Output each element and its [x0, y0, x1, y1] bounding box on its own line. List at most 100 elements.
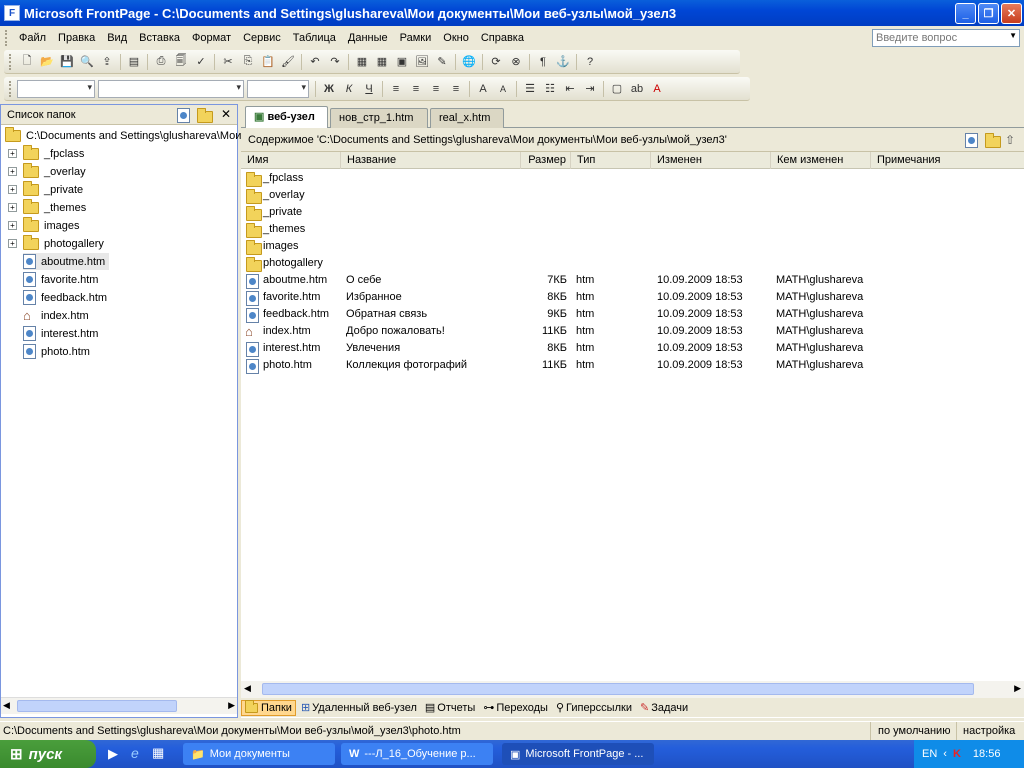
scroll-thumb[interactable]: [17, 700, 177, 712]
list-item[interactable]: images: [241, 239, 1024, 256]
table-row[interactable]: favorite.htm Избранное 8КБ htm 10.09.200…: [241, 290, 1024, 307]
layer-icon[interactable]: ▣: [393, 53, 411, 71]
borders-icon[interactable]: ▢: [608, 80, 626, 98]
close-icon[interactable]: ✕: [221, 107, 231, 121]
new-page-icon[interactable]: 🗋: [18, 53, 36, 71]
toolbar-grip[interactable]: [9, 80, 13, 97]
tree-root[interactable]: C:\Documents and Settings\glushareva\Мои…: [5, 126, 254, 144]
list-item[interactable]: _private: [241, 205, 1024, 222]
tab-web-site[interactable]: ▣ веб-узел: [245, 106, 328, 129]
numbering-icon[interactable]: ☰: [521, 80, 539, 98]
col-modified-by[interactable]: Кем изменен: [771, 152, 871, 169]
list-item[interactable]: photogallery: [241, 256, 1024, 273]
menu-help[interactable]: Справка: [475, 30, 530, 46]
tree-file-favorite[interactable]: favorite.htm: [23, 271, 98, 288]
antivirus-icon[interactable]: K: [953, 748, 961, 760]
align-right-icon[interactable]: ≡: [427, 80, 445, 98]
up-folder-icon[interactable]: ⇧: [1005, 133, 1015, 147]
bullets-icon[interactable]: ☷: [541, 80, 559, 98]
col-name[interactable]: Имя: [241, 152, 341, 169]
help-icon[interactable]: ?: [581, 53, 599, 71]
drawing-icon[interactable]: ✎: [433, 53, 451, 71]
view-hyperlinks-button[interactable]: ⚲ Гиперссылки: [553, 700, 635, 715]
new-page-icon[interactable]: [177, 108, 190, 123]
increase-font-icon[interactable]: A: [474, 80, 492, 98]
paste-icon[interactable]: 📋: [259, 53, 277, 71]
justify-icon[interactable]: ≡: [447, 80, 465, 98]
col-modified[interactable]: Изменен: [651, 152, 771, 169]
expand-icon[interactable]: +: [8, 203, 17, 212]
search-icon[interactable]: 🔍: [78, 53, 96, 71]
stop-icon[interactable]: ⊗: [507, 53, 525, 71]
col-size[interactable]: Размер: [521, 152, 571, 169]
bold-icon[interactable]: Ж: [320, 80, 338, 98]
scroll-left-icon[interactable]: ◀: [244, 683, 251, 694]
task-word-document[interactable]: W ---Л_16_Обучение р...: [341, 743, 493, 765]
tree-folder-overlay[interactable]: + _overlay: [8, 162, 86, 180]
save-icon[interactable]: 💾: [58, 53, 76, 71]
menu-tools[interactable]: Сервис: [237, 30, 287, 46]
format-painter-icon[interactable]: 🖌: [279, 53, 297, 71]
tree-file-aboutme[interactable]: aboutme.htm: [23, 253, 110, 270]
view-remote-site-button[interactable]: ⊞ Удаленный веб-узел: [298, 700, 420, 715]
table-row[interactable]: interest.htm Увлечения 8КБ htm 10.09.200…: [241, 341, 1024, 358]
menu-frames[interactable]: Рамки: [394, 30, 438, 46]
menu-window[interactable]: Окно: [437, 30, 475, 46]
scroll-thumb[interactable]: [262, 683, 974, 695]
font-color-icon[interactable]: A: [648, 80, 666, 98]
tree-file-interest[interactable]: interest.htm: [23, 325, 98, 342]
tree-folder-themes[interactable]: + _themes: [8, 198, 86, 216]
desktop-icon[interactable]: ▦: [152, 745, 164, 761]
publish-icon[interactable]: ⇪: [98, 53, 116, 71]
anchor-icon[interactable]: ⚓: [554, 53, 572, 71]
menu-edit[interactable]: Правка: [52, 30, 101, 46]
align-left-icon[interactable]: ≡: [387, 80, 405, 98]
expand-icon[interactable]: +: [8, 221, 17, 230]
col-type[interactable]: Тип: [571, 152, 651, 169]
tab-new-page[interactable]: нов_стр_1.htm: [330, 108, 428, 128]
chevron-down-icon[interactable]: ▼: [1009, 31, 1017, 40]
expand-icon[interactable]: +: [8, 167, 17, 176]
expand-icon[interactable]: +: [8, 239, 17, 248]
table-row[interactable]: photo.htm Коллекция фотографий 11КБ htm …: [241, 358, 1024, 375]
view-reports-button[interactable]: ▤ Отчеты: [422, 700, 478, 715]
decrease-indent-icon[interactable]: ⇤: [561, 80, 579, 98]
paragraph-icon[interactable]: ¶: [534, 53, 552, 71]
tree-folder-fpclass[interactable]: + _fpclass: [8, 144, 84, 162]
tree-file-feedback[interactable]: feedback.htm: [23, 289, 107, 306]
menu-insert[interactable]: Вставка: [133, 30, 186, 46]
undo-icon[interactable]: ↶: [306, 53, 324, 71]
task-frontpage[interactable]: ▣ Microsoft FrontPage - ...: [502, 743, 654, 765]
language-indicator[interactable]: EN: [922, 748, 937, 760]
minimize-button[interactable]: _: [955, 3, 976, 24]
redo-icon[interactable]: ↷: [326, 53, 344, 71]
list-item[interactable]: _fpclass: [241, 171, 1024, 188]
maximize-button[interactable]: ❐: [978, 3, 999, 24]
align-center-icon[interactable]: ≡: [407, 80, 425, 98]
start-button[interactable]: ⊞ пуск: [0, 740, 96, 768]
view-navigation-button[interactable]: ⊶ Переходы: [480, 700, 551, 715]
new-folder-icon[interactable]: [197, 108, 213, 123]
increase-indent-icon[interactable]: ⇥: [581, 80, 599, 98]
open-icon[interactable]: 📂: [38, 53, 56, 71]
table-row[interactable]: aboutme.htm О себе 7КБ htm 10.09.2009 18…: [241, 273, 1024, 290]
tray-arrow-icon[interactable]: ‹: [943, 748, 947, 760]
list-item[interactable]: _overlay: [241, 188, 1024, 205]
style-select[interactable]: [17, 79, 95, 98]
scroll-left-icon[interactable]: ◀: [3, 700, 10, 711]
scroll-right-icon[interactable]: ▶: [228, 700, 235, 711]
font-size-select[interactable]: [247, 79, 309, 98]
insert-table-icon[interactable]: ▦: [373, 53, 391, 71]
list-item[interactable]: _themes: [241, 222, 1024, 239]
spelling-icon[interactable]: ✓: [192, 53, 210, 71]
tree-folder-images[interactable]: + images: [8, 216, 79, 234]
print-icon[interactable]: ⎙: [152, 53, 170, 71]
internet-explorer-icon[interactable]: e: [131, 745, 139, 761]
view-tasks-button[interactable]: ✎ Задачи: [637, 700, 691, 715]
new-folder-icon[interactable]: [985, 133, 1001, 148]
new-page-icon[interactable]: [965, 133, 978, 148]
hyperlink-icon[interactable]: 🌐: [460, 53, 478, 71]
expand-icon[interactable]: +: [8, 149, 17, 158]
folder-list-scrollbar[interactable]: ◀ ▶: [1, 697, 237, 714]
close-button[interactable]: ✕: [1001, 3, 1022, 24]
